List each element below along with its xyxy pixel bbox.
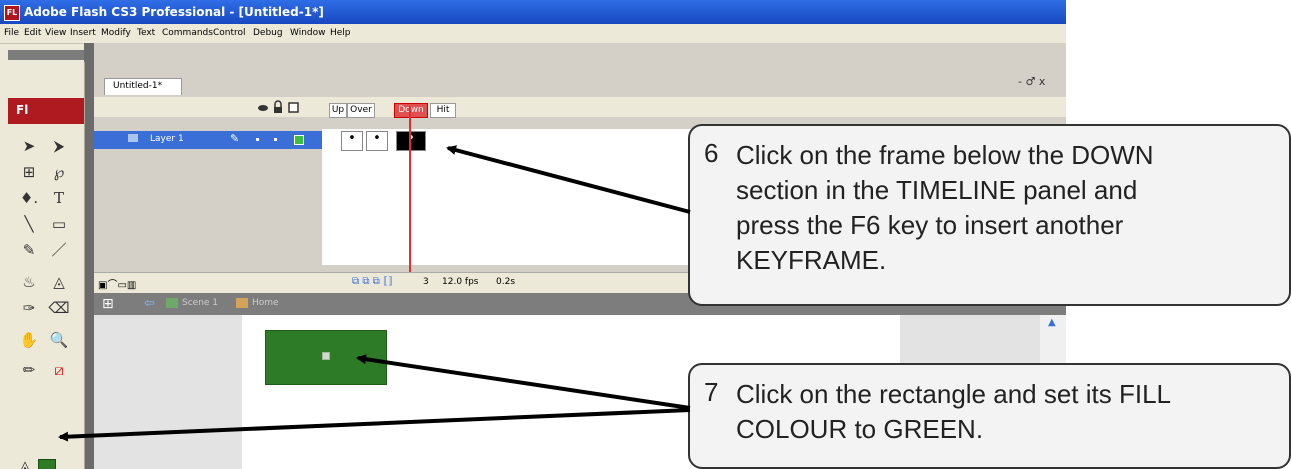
annotation-arrows — [58, 145, 691, 442]
arrow-to-rectangle — [356, 354, 691, 410]
arrow-to-down-frame — [446, 145, 691, 214]
arrow-to-fill-color — [58, 408, 691, 442]
